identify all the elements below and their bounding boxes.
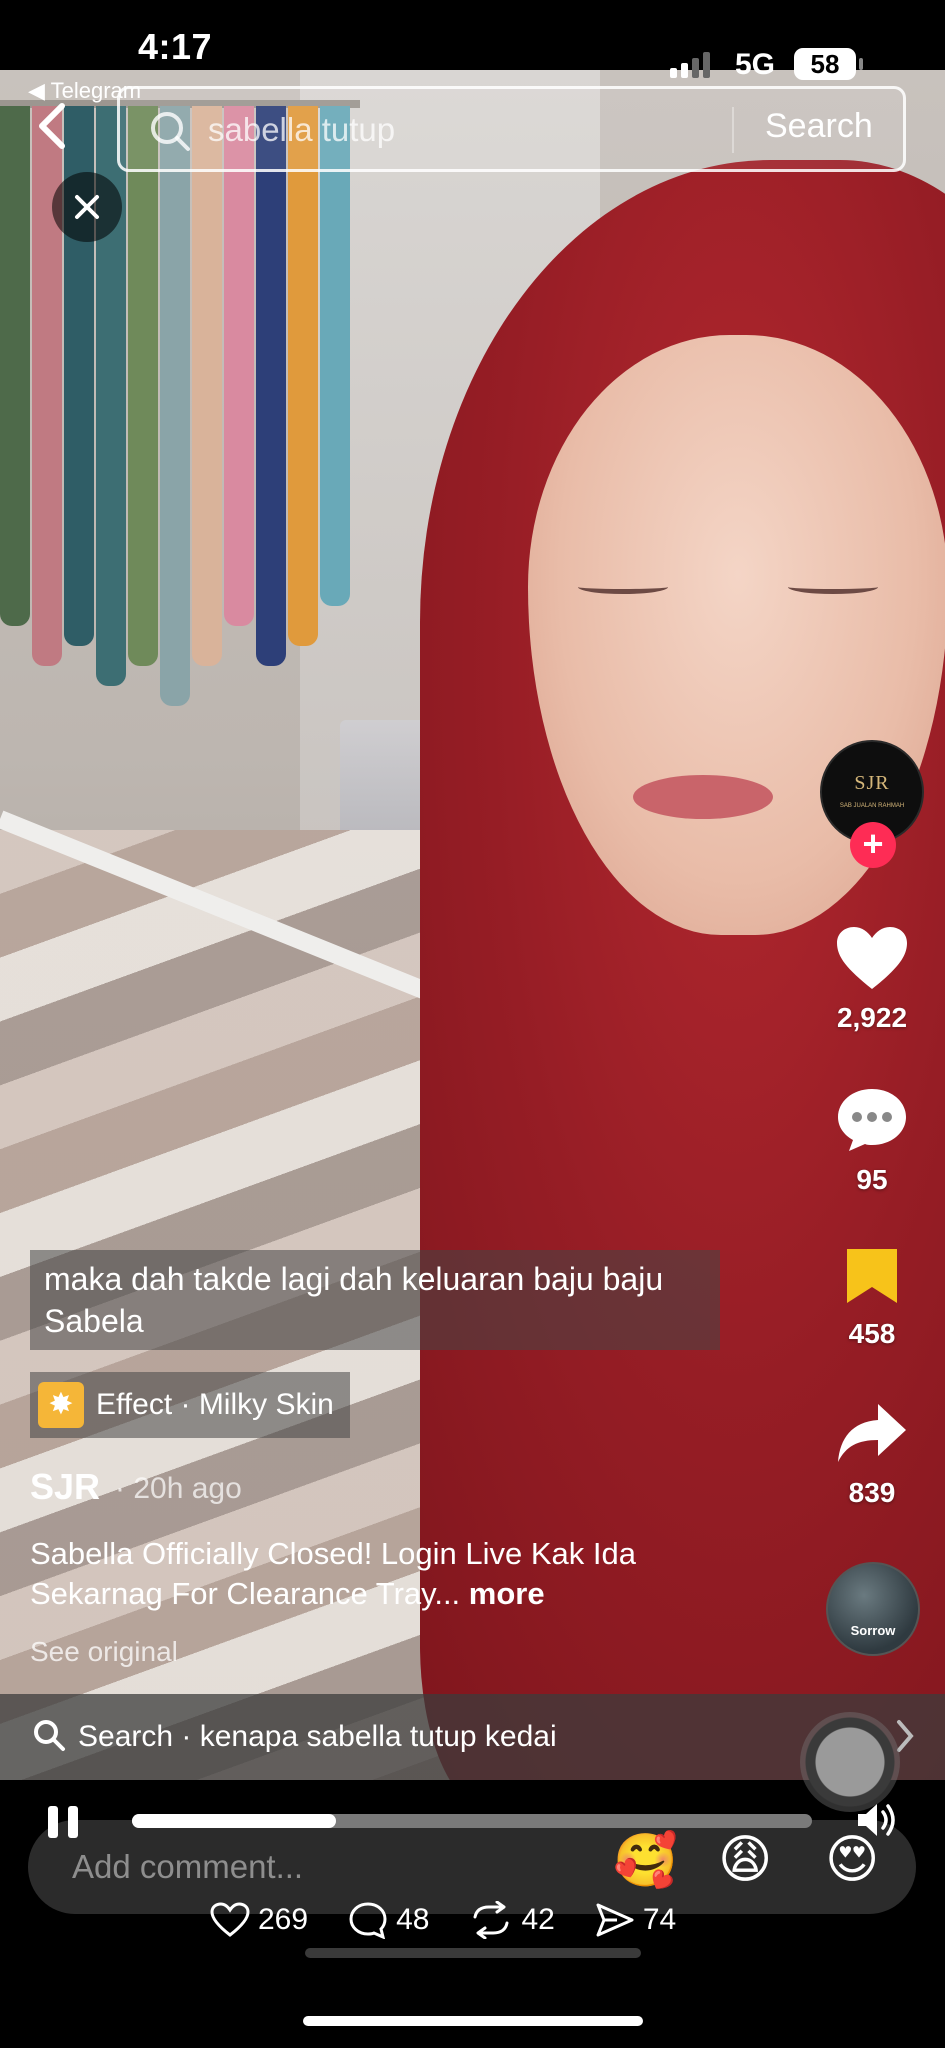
bottom-bar: Add comment... 🥰 😩 😍 269 48 42 74 [0,1780,945,2048]
share-button[interactable]: 839 [820,1400,924,1509]
hanging-garment [128,106,158,666]
bookmark-button[interactable]: 458 [820,1245,924,1350]
effect-label: Effect · Milky Skin [96,1388,334,1421]
search-icon [148,109,192,158]
follow-plus-button[interactable]: + [850,822,896,868]
status-time: 4:17 [138,26,213,67]
stat-shares-count: 74 [642,1903,677,1936]
hanging-garment [160,106,190,706]
close-icon [75,195,99,219]
hanging-garment [256,106,286,666]
comment-outline-icon [349,1902,387,1939]
repost-icon [473,1901,509,1939]
video-description: Sabella Officially Closed! Login Live Ka… [30,1534,730,1614]
stat-comments-count: 48 [396,1903,430,1936]
battery-icon: 58 [794,48,863,80]
video-player[interactable] [0,70,945,1780]
avatar-monogram: SJR [854,772,890,794]
share-arrow-icon [838,1404,906,1462]
post-time: · 20h ago [115,1472,242,1505]
eye [578,580,668,594]
like-button[interactable]: 2,922 [820,925,924,1034]
cellular-signal-icon [670,50,720,78]
effect-sparkle-icon: ✸ [38,1382,84,1428]
related-search-text: Search · kenapa sabella tutup kedai [78,1720,557,1753]
search-divider [732,107,734,153]
emoji-weary-face[interactable]: 😩 [718,1830,772,1890]
author-name[interactable]: SJR [30,1466,100,1508]
comment-count: 95 [856,1164,888,1195]
stat-likes[interactable]: 269 [210,1902,308,1938]
avatar-caption: SAB JUALAN RAHMAH [839,803,905,809]
back-arrow-icon[interactable] [32,100,82,160]
video-progress-bar[interactable] [132,1814,812,1828]
search-input[interactable]: sabella tutup [208,111,395,149]
stat-reposts[interactable]: 42 [469,1901,555,1939]
engagement-stats: 269 48 42 74 [210,1890,676,1950]
heart-icon [837,927,907,989]
search-icon [32,1718,66,1757]
floating-assistive-button[interactable] [800,1712,900,1812]
home-indicator [303,2016,643,2026]
eye [788,580,878,594]
share-count: 839 [848,1477,896,1508]
hanging-garment [0,106,30,626]
see-original-link[interactable]: See original [30,1636,178,1668]
comment-bubble-icon [838,1089,906,1151]
stat-comments[interactable]: 48 [348,1901,429,1939]
volume-icon[interactable] [855,1800,899,1845]
emoji-smiling-hearts[interactable]: 🥰 [613,1830,678,1891]
stat-shares[interactable]: 74 [595,1902,676,1938]
description-text: Sabella Officially Closed! Login Live Ka… [30,1536,636,1611]
music-disc[interactable]: Sorrow [826,1562,920,1656]
pause-button[interactable] [48,1806,78,1838]
hanging-garment [320,106,350,606]
comment-placeholder: Add comment... [72,1848,304,1885]
video-text-overlay: maka dah takde lagi dah keluaran baju ba… [30,1250,720,1350]
network-type: 5G [735,48,776,81]
send-icon [596,1903,634,1937]
effect-tag[interactable]: ✸ Effect · Milky Skin [30,1372,350,1438]
bookmark-icon [847,1249,897,1303]
music-disc-label: Sorrow [850,1623,896,1638]
stat-reposts-count: 42 [521,1903,555,1936]
video-progress-fill [132,1814,336,1828]
save-count: 458 [848,1318,896,1349]
status-bar: 4:17 5G 58 [0,0,945,81]
hanging-garment [288,106,318,646]
search-bar[interactable]: sabella tutup Search [117,86,906,172]
hanging-garment [192,106,222,666]
heart-outline-icon [210,1902,250,1937]
hanging-garment [224,106,254,626]
lips [633,775,773,819]
close-button[interactable] [52,172,122,242]
search-submit-button[interactable]: Search [765,107,873,146]
more-link[interactable]: more [469,1576,545,1611]
like-count: 2,922 [836,1002,908,1033]
scroll-indicator [305,1948,641,1958]
comment-button[interactable]: 95 [820,1085,924,1196]
stat-likes-count: 269 [258,1903,309,1936]
